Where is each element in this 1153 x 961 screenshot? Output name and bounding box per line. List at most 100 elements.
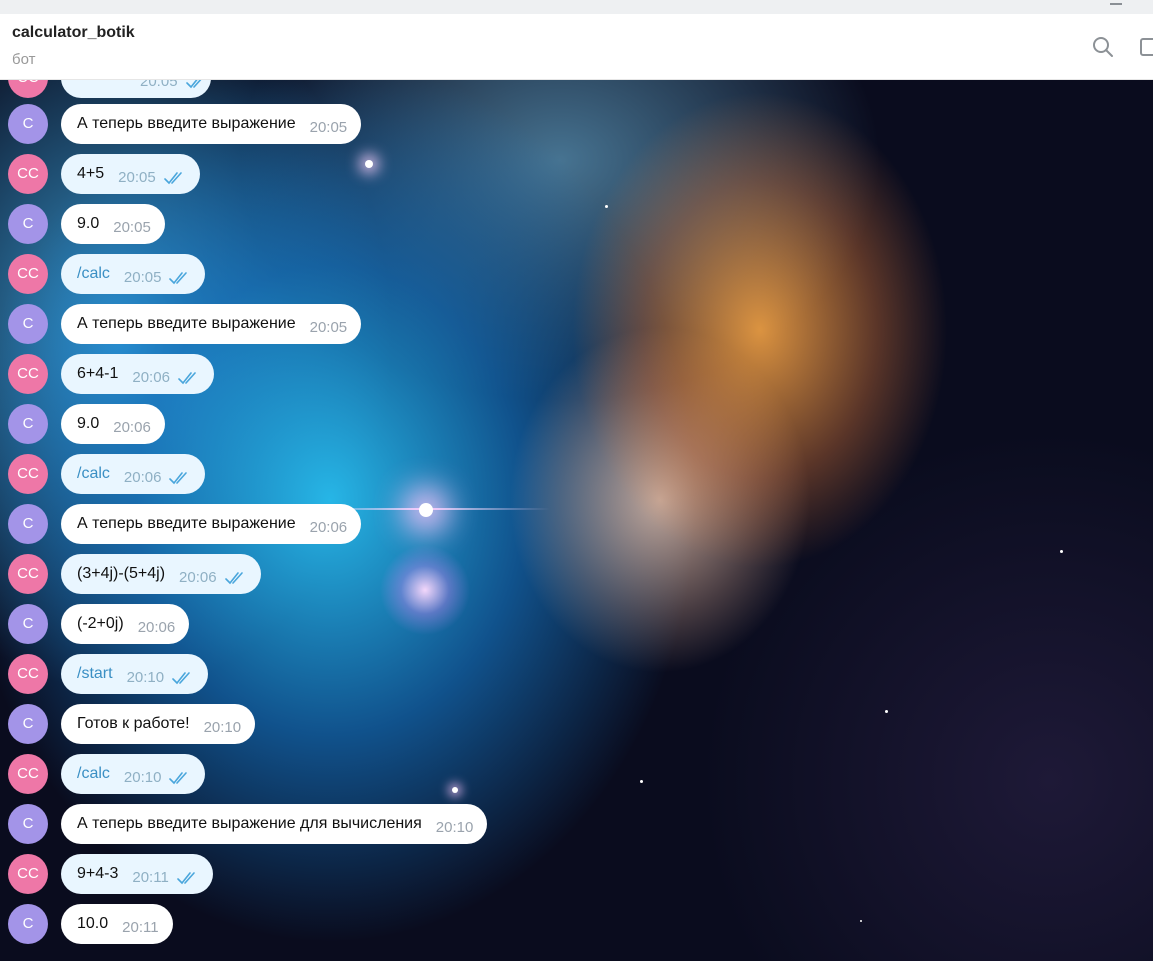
message-text: 9+4-3 — [77, 865, 119, 882]
chat-header[interactable]: calculator_botik бот — [0, 14, 1153, 80]
message-bubble[interactable]: /calc 20:06 — [61, 454, 206, 494]
message-bubble[interactable]: 9.0 20:05 — [61, 204, 165, 244]
message-text: 10.0 — [77, 915, 109, 932]
message-time: 20:06 — [132, 369, 170, 386]
message-bubble[interactable]: А теперь введите выражение 20:05 — [61, 104, 362, 144]
message-time: 20:10 — [126, 669, 165, 686]
double-check-icon — [169, 772, 188, 785]
message-bubble[interactable]: (3+4j)-(5+4j) 20:06 — [61, 554, 261, 594]
bot-message[interactable]: С Готов к работе! 20:10 — [0, 703, 1153, 747]
avatar[interactable]: С — [8, 904, 48, 944]
avatar[interactable]: С — [8, 304, 48, 344]
bot-command-link[interactable]: /calc — [77, 754, 110, 794]
minimize-icon[interactable] — [1110, 3, 1122, 5]
message-time: 20:05 — [309, 119, 348, 136]
message-text: А теперь введите выражение — [77, 515, 296, 532]
double-check-icon — [172, 672, 190, 685]
user-message[interactable]: СС 6+4-1 20:06 — [0, 353, 1153, 397]
bot-message[interactable]: С А теперь введите выражение для вычислен… — [0, 803, 1153, 847]
avatar[interactable]: СС — [8, 754, 48, 794]
avatar[interactable]: С — [8, 404, 48, 444]
avatar[interactable]: С — [8, 704, 48, 744]
search-icon[interactable] — [1090, 34, 1116, 60]
avatar[interactable]: СС — [8, 354, 48, 394]
message-time: 20:11 — [122, 919, 159, 936]
avatar[interactable]: С — [8, 604, 48, 644]
bot-command-link[interactable]: /calc — [77, 254, 110, 294]
avatar[interactable]: СС — [8, 554, 48, 594]
message-text: 9.0 — [77, 215, 100, 232]
message-time: 20:05 — [123, 269, 162, 286]
double-check-icon — [224, 572, 243, 585]
double-check-icon — [169, 472, 188, 485]
user-message[interactable]: СС 9+4-3 20:11 — [0, 853, 1153, 897]
message-text: (-2+0j) — [77, 615, 124, 632]
message-bubble[interactable]: 9+4-3 20:11 — [61, 854, 213, 894]
double-check-icon — [169, 272, 188, 285]
bot-message[interactable]: С А теперь введите выражение 20:05 — [0, 103, 1153, 147]
message-time: 20:06 — [309, 519, 348, 536]
double-check-icon — [185, 80, 201, 89]
message-time: 20:05 — [118, 169, 156, 186]
sidebar-icon[interactable] — [1138, 34, 1153, 60]
avatar[interactable]: СС — [8, 80, 48, 98]
user-message[interactable]: СС 4+5 20:05 — [0, 153, 1153, 197]
avatar[interactable]: СС — [8, 454, 48, 494]
message-bubble[interactable]: 10.0 20:11 — [61, 904, 173, 944]
user-message[interactable]: СС (3+4j)-(5+4j) 20:06 — [0, 553, 1153, 597]
bot-message[interactable]: С 9.0 20:05 — [0, 203, 1153, 247]
avatar[interactable]: С — [8, 504, 48, 544]
message-text: Готов к работе! — [77, 715, 190, 732]
message-bubble[interactable]: /calc 20:10 — [61, 754, 206, 794]
message-time: 20:05 — [309, 319, 348, 336]
chat-title[interactable]: calculator_botik — [12, 24, 135, 42]
avatar[interactable]: СС — [8, 854, 48, 894]
avatar[interactable]: СС — [8, 654, 48, 694]
bot-command-link[interactable]: /start — [77, 654, 113, 694]
message-time: 20:06 — [137, 619, 176, 636]
message-time: 20:10 — [203, 719, 242, 736]
message-bubble[interactable]: /start 20:10 — [61, 654, 209, 694]
avatar[interactable]: СС — [8, 154, 48, 194]
message-bubble[interactable]: (-2+0j) 20:06 — [61, 604, 190, 644]
avatar[interactable]: С — [8, 204, 48, 244]
bot-message[interactable]: С А теперь введите выражение 20:05 — [0, 303, 1153, 347]
message-text: А теперь введите выражение — [77, 115, 296, 132]
message-text: (3+4j)-(5+4j) — [77, 565, 166, 582]
bot-message[interactable]: С 10.0 20:11 — [0, 903, 1153, 947]
double-check-icon — [163, 172, 182, 185]
message-bubble[interactable]: А теперь введите выражение для вычислени… — [61, 804, 488, 844]
message-bubble[interactable]: А теперь введите выражение 20:06 — [61, 504, 362, 544]
double-check-icon — [177, 872, 195, 885]
message-bubble[interactable]: 4+5 20:05 — [61, 154, 200, 194]
message-text: А теперь введите выражение для вычислени… — [77, 815, 422, 832]
message-time: 20:06 — [123, 469, 162, 486]
message-bubble[interactable]: 9.0 20:06 — [61, 404, 165, 444]
message-time: 20:10 — [123, 769, 162, 786]
bot-message[interactable]: С 9.0 20:06 — [0, 403, 1153, 447]
user-message[interactable]: СС/calc 20:10 — [0, 753, 1153, 797]
message-time: 20:11 — [132, 869, 169, 886]
message-time: 20:06 — [113, 419, 151, 436]
message-bubble[interactable]: 6+4-1 20:06 — [61, 354, 214, 394]
message-time: 20:05 — [140, 80, 178, 90]
message-time: 20:10 — [435, 819, 474, 836]
chat-history[interactable]: СС20:05СА теперь введите выражение20:05С… — [0, 80, 1153, 961]
bot-message[interactable]: С А теперь введите выражение 20:06 — [0, 503, 1153, 547]
message-bubble[interactable]: /calc 20:05 — [61, 254, 206, 294]
message-bubble[interactable]: 20:05 — [61, 80, 211, 98]
user-message[interactable]: СС/calc 20:06 — [0, 453, 1153, 497]
message-time: 20:06 — [179, 569, 217, 586]
message-bubble[interactable]: А теперь введите выражение 20:05 — [61, 304, 362, 344]
avatar[interactable]: С — [8, 804, 48, 844]
user-message[interactable]: СС/start 20:10 — [0, 653, 1153, 697]
avatar[interactable]: СС — [8, 254, 48, 294]
bot-command-link[interactable]: /calc — [77, 454, 110, 494]
bot-message[interactable]: С (-2+0j) 20:06 — [0, 603, 1153, 647]
avatar[interactable]: С — [8, 104, 48, 144]
telegram-window: calculator_botik бот СС20:05СА теперь вв… — [0, 0, 1153, 961]
message-bubble[interactable]: Готов к работе! 20:10 — [61, 704, 256, 744]
window-title-strip — [0, 0, 1153, 14]
message-text: 4+5 — [77, 165, 105, 182]
user-message[interactable]: СС/calc 20:05 — [0, 253, 1153, 297]
